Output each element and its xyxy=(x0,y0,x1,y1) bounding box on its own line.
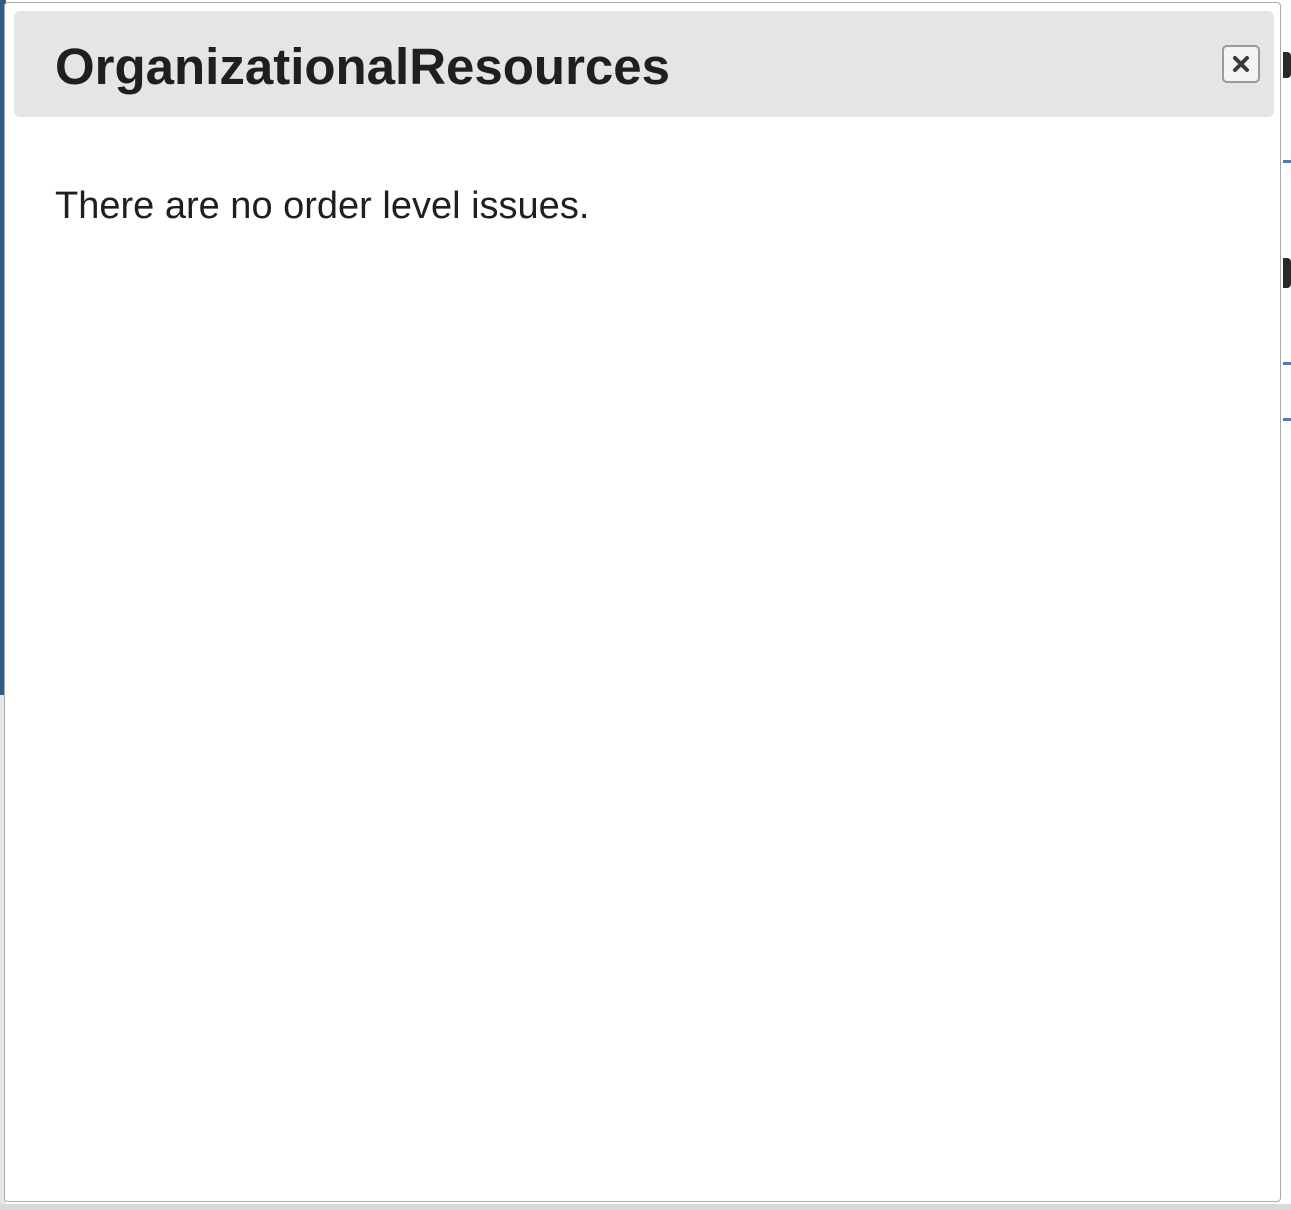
dialog-message: There are no order level issues. xyxy=(55,185,590,227)
order-issues-dialog: OrganizationalResources There are no ord… xyxy=(4,2,1281,1202)
background-page-bottom xyxy=(0,1204,1291,1210)
close-icon xyxy=(1231,54,1251,74)
background-page-content-edge xyxy=(1283,0,1291,1210)
dialog-titlebar: OrganizationalResources xyxy=(14,11,1274,117)
background-icon xyxy=(1283,52,1291,78)
background-icon xyxy=(1283,258,1291,288)
background-link xyxy=(1283,362,1291,365)
dialog-title: OrganizationalResources xyxy=(55,38,671,95)
background-link xyxy=(1283,418,1291,421)
background-link xyxy=(1283,160,1291,163)
dialog-close-button[interactable] xyxy=(1222,45,1260,83)
